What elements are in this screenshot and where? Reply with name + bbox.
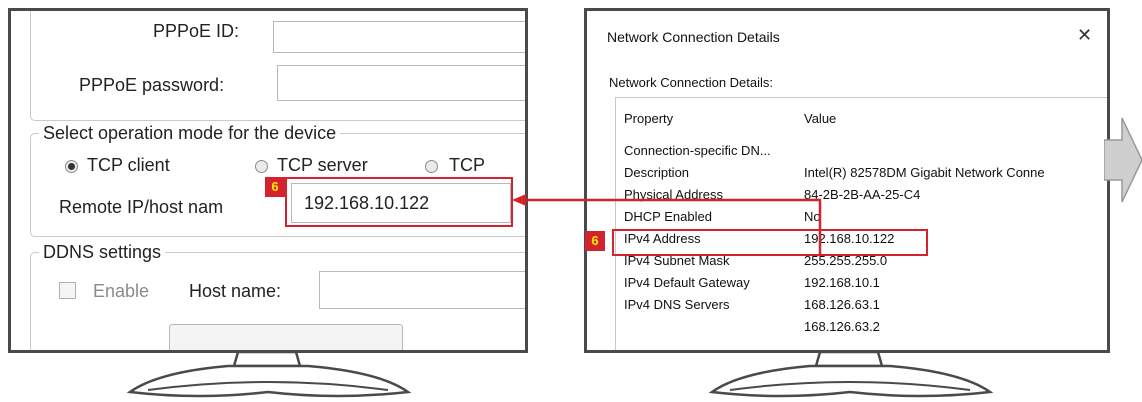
row-property: Connection-specific DN... bbox=[624, 143, 771, 158]
right-monitor-stand bbox=[708, 352, 994, 398]
table-row[interactable]: 168.126.63.2 bbox=[616, 316, 1107, 338]
row-property: IPv4 Default Gateway bbox=[624, 275, 750, 290]
tcp-other-radio[interactable] bbox=[425, 160, 438, 173]
right-monitor: Network Connection Details ✕ Network Con… bbox=[584, 8, 1110, 353]
next-arrow-icon bbox=[1104, 117, 1142, 203]
row-property: IPv4 DNS Servers bbox=[624, 297, 730, 312]
enable-checkbox[interactable] bbox=[59, 282, 76, 299]
table-row[interactable]: Connection-specific DN... bbox=[616, 140, 1107, 162]
row-property: DHCP Enabled bbox=[624, 209, 712, 224]
tcp-server-radio[interactable] bbox=[255, 160, 268, 173]
tcp-client-label[interactable]: TCP client bbox=[87, 155, 170, 176]
enable-label[interactable]: Enable bbox=[93, 281, 149, 302]
column-header-value[interactable]: Value bbox=[804, 108, 836, 130]
pppoe-id-label: PPPoE ID: bbox=[153, 21, 240, 41]
details-label: Network Connection Details: bbox=[609, 75, 774, 90]
pppoe-id-field[interactable] bbox=[273, 21, 525, 53]
left-monitor-stand bbox=[126, 352, 412, 398]
close-icon[interactable]: ✕ bbox=[1077, 25, 1092, 46]
list-header: Property Value bbox=[616, 108, 1107, 130]
details-list[interactable]: Property Value Connection-specific DN...… bbox=[615, 97, 1107, 350]
step-badge-right: 6 bbox=[585, 231, 605, 251]
row-property: Physical Address bbox=[624, 187, 723, 202]
row-value: 192.168.10.1 bbox=[804, 275, 880, 290]
table-row[interactable]: Description Intel(R) 82578DM Gigabit Net… bbox=[616, 162, 1107, 184]
remote-ip-label: Remote IP/host nam bbox=[59, 197, 224, 217]
ddns-legend: DDNS settings bbox=[39, 242, 166, 263]
tcp-server-label[interactable]: TCP server bbox=[277, 155, 368, 176]
table-row[interactable]: IPv4 DNS Servers 168.126.63.1 bbox=[616, 294, 1107, 316]
host-name-label: Host name: bbox=[189, 281, 282, 301]
highlight-remote-ip bbox=[285, 177, 513, 227]
table-row[interactable]: Physical Address 84-2B-2B-AA-25-C4 bbox=[616, 184, 1107, 206]
operation-mode-legend: Select operation mode for the device bbox=[39, 123, 341, 144]
row-value: 168.126.63.2 bbox=[804, 319, 880, 334]
highlight-ipv4-address bbox=[612, 229, 928, 256]
ddns-partial-field[interactable] bbox=[169, 324, 403, 350]
host-name-field[interactable] bbox=[319, 271, 525, 309]
window-title: Network Connection Details bbox=[607, 29, 780, 45]
row-value: No bbox=[804, 209, 821, 224]
table-row[interactable]: IPv4 Default Gateway 192.168.10.1 bbox=[616, 272, 1107, 294]
row-value: 84-2B-2B-AA-25-C4 bbox=[804, 187, 921, 202]
table-row[interactable]: DHCP Enabled No bbox=[616, 206, 1107, 228]
tcp-client-radio[interactable] bbox=[65, 160, 78, 173]
row-value: Intel(R) 82578DM Gigabit Network Conne bbox=[804, 165, 1045, 180]
row-property: Description bbox=[624, 165, 690, 180]
step-badge-left: 6 bbox=[265, 177, 285, 197]
tcp-other-label[interactable]: TCP bbox=[449, 155, 485, 176]
column-header-property[interactable]: Property bbox=[624, 108, 673, 130]
pppoe-password-field[interactable] bbox=[277, 65, 525, 101]
pppoe-password-label: PPPoE password: bbox=[79, 75, 225, 95]
row-value: 168.126.63.1 bbox=[804, 297, 880, 312]
